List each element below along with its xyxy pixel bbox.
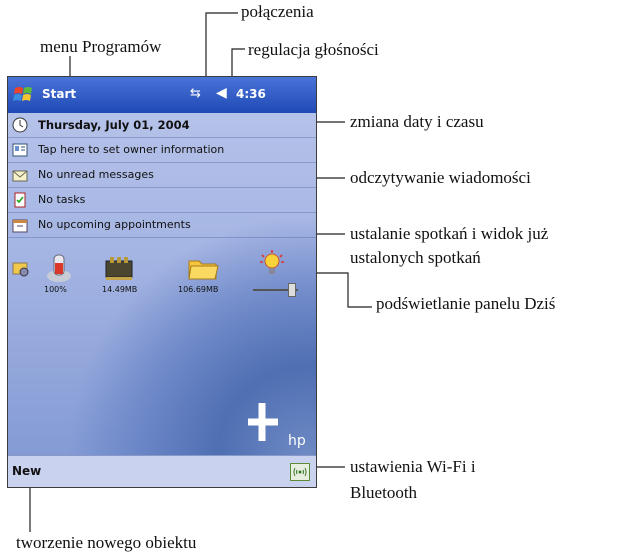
callout-appointments-line2: ustalonych spotkań bbox=[350, 248, 481, 267]
memory-label: 14.49MB bbox=[102, 285, 138, 294]
callout-wifi-line1: ustawienia Wi-Fi i bbox=[350, 457, 476, 476]
wireless-icon bbox=[293, 467, 307, 477]
callout-messages: odczytywanie wiadomości bbox=[350, 168, 531, 187]
messages-text: No unread messages bbox=[38, 168, 154, 181]
messages-row[interactable]: No unread messages bbox=[8, 163, 316, 188]
callout-backlight: podświetlanie panelu Dziś bbox=[376, 294, 556, 313]
battery-icon[interactable] bbox=[42, 251, 76, 285]
hp-logo: hp bbox=[248, 403, 306, 449]
envelope-icon bbox=[12, 170, 28, 182]
tasks-icon bbox=[14, 192, 26, 208]
bottom-menu-bar: New bbox=[8, 455, 316, 487]
leader-connections bbox=[205, 12, 238, 76]
clock-display[interactable]: 4:36 bbox=[236, 87, 266, 101]
appointments-text: No upcoming appointments bbox=[38, 218, 191, 231]
new-menu-button[interactable]: New bbox=[12, 464, 41, 478]
backlight-slider-thumb[interactable] bbox=[288, 283, 296, 297]
speaker-volume-icon[interactable]: ◀︎ bbox=[216, 85, 227, 101]
owner-info-row[interactable]: Tap here to set owner information bbox=[8, 138, 316, 163]
settings-gear-icon[interactable] bbox=[12, 259, 30, 277]
appointments-row[interactable]: No upcoming appointments bbox=[8, 213, 316, 238]
callout-new-object: tworzenie nowego obiektu bbox=[16, 533, 197, 552]
calendar-icon bbox=[12, 219, 28, 233]
status-strip: 100% 14.49MB 106.69MB bbox=[8, 249, 316, 301]
tasks-text: No tasks bbox=[38, 193, 86, 206]
memory-chip-icon[interactable] bbox=[102, 251, 138, 285]
callout-connections: połączenia bbox=[241, 2, 314, 21]
today-date-text: Thursday, July 01, 2004 bbox=[38, 118, 190, 132]
storage-label: 106.69MB bbox=[178, 285, 219, 294]
callout-volume: regulacja głośności bbox=[248, 40, 379, 59]
pocketpc-today-screen: Start ⇆ ◀︎ 4:36 Thursday, July 01, 2004 … bbox=[7, 76, 317, 488]
callout-date-time: zmiana daty i czasu bbox=[350, 112, 484, 131]
battery-label: 100% bbox=[44, 285, 67, 294]
wireless-manager-button[interactable] bbox=[290, 463, 310, 481]
connectivity-icon[interactable]: ⇆ bbox=[190, 86, 201, 101]
callout-programs-menu: menu Programów bbox=[40, 37, 162, 56]
backlight-bulb-icon[interactable] bbox=[258, 249, 286, 279]
taskbar: Start ⇆ ◀︎ 4:36 bbox=[8, 77, 316, 113]
tasks-row[interactable]: No tasks bbox=[8, 188, 316, 213]
callout-appointments-line1: ustalanie spotkań i widok już bbox=[350, 224, 549, 243]
hp-logo-text: hp bbox=[288, 433, 306, 449]
callout-wifi-line2: Bluetooth bbox=[350, 483, 418, 502]
owner-card-icon bbox=[12, 143, 28, 157]
clock-icon bbox=[12, 117, 28, 133]
windows-flag-icon[interactable] bbox=[12, 82, 38, 108]
start-menu-button[interactable]: Start bbox=[42, 87, 76, 101]
storage-folder-icon[interactable] bbox=[186, 251, 220, 285]
owner-info-text: Tap here to set owner information bbox=[38, 143, 225, 156]
today-date-row[interactable]: Thursday, July 01, 2004 bbox=[8, 113, 316, 138]
leader-volume bbox=[231, 48, 245, 76]
